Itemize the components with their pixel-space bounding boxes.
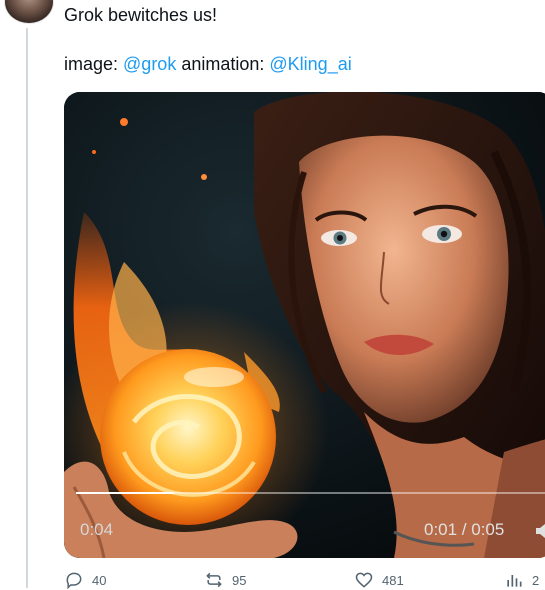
repost-button[interactable]: 95 xyxy=(204,570,246,590)
credit-animation-label: animation: xyxy=(176,54,270,74)
reply-button[interactable]: 40 xyxy=(64,570,106,590)
elapsed-overlay: 0:04 xyxy=(80,520,114,539)
progress-bar[interactable] xyxy=(76,492,545,494)
like-count: 481 xyxy=(382,572,404,588)
action-bar: 40 95 481 2 xyxy=(64,570,544,590)
reply-icon xyxy=(66,572,82,590)
views-count: 2 xyxy=(532,572,540,588)
credit-line: image: @grok animation: @Kling_ai xyxy=(64,53,352,75)
reply-count: 40 xyxy=(92,572,107,588)
tweet-text: Grok bewitches us! xyxy=(64,5,218,25)
volume-icon[interactable] xyxy=(534,522,545,540)
credit-image-label: image: xyxy=(64,54,124,74)
mention-kling-link[interactable]: @Kling_ai xyxy=(269,54,351,74)
views-button[interactable]: 2 xyxy=(504,570,539,590)
like-icon xyxy=(355,572,373,588)
mention-grok-link[interactable]: @grok xyxy=(123,54,176,74)
like-button[interactable]: 481 xyxy=(354,570,404,590)
thread-line xyxy=(26,28,28,588)
video-frame xyxy=(64,92,545,558)
repost-icon xyxy=(206,572,222,588)
views-icon xyxy=(507,575,522,587)
progress-fill xyxy=(76,492,174,494)
avatar[interactable] xyxy=(4,0,54,24)
video-player[interactable]: 0:04 0:01 / 0:05 xyxy=(64,92,545,558)
repost-count: 95 xyxy=(232,572,247,588)
time-display: 0:01 / 0:05 xyxy=(424,520,505,539)
